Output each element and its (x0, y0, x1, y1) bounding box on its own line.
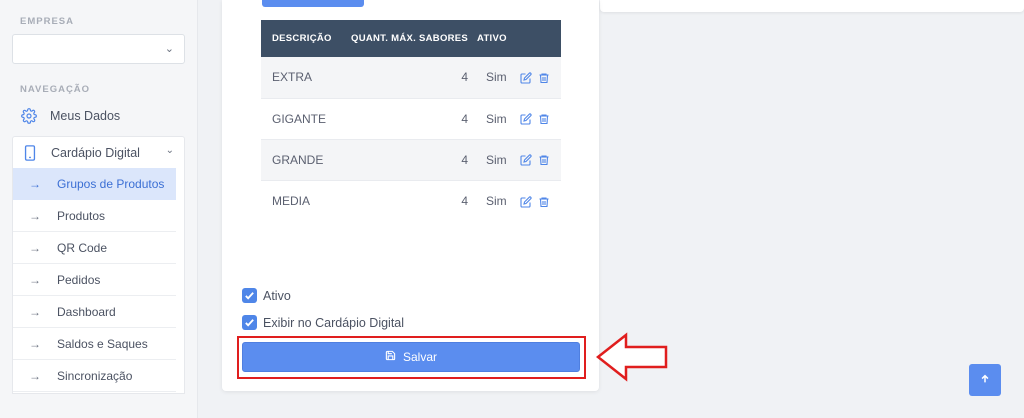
edit-icon[interactable] (520, 154, 532, 166)
empresa-label: EMPRESA (20, 16, 74, 27)
submenu-item-grupos-produtos[interactable]: → Grupos de Produtos (13, 168, 176, 200)
table-row: EXTRA 4 Sim (261, 57, 561, 99)
scroll-to-top-button[interactable] (969, 364, 1001, 396)
main-card: DESCRIÇÃO QUANT. MÁX. SABORES ATIVO EXTR… (222, 0, 599, 391)
floppy-disk-icon (385, 350, 396, 364)
sidebar-item-cardapio-digital[interactable]: Cardápio Digital ⌄ (12, 136, 185, 168)
cell-descricao: GRANDE (261, 139, 351, 181)
row-actions (520, 113, 550, 125)
arrow-right-icon: → (29, 368, 41, 383)
arrow-right-icon: → (29, 208, 41, 223)
submenu-item-label: Saldos e Saques (57, 336, 148, 351)
submenu-item-label: Sincronização (57, 368, 133, 383)
cell-quant: 4 (351, 139, 477, 181)
submenu-item-label: Grupos de Produtos (57, 177, 165, 191)
empresa-select[interactable]: ⌄ (12, 34, 185, 64)
row-actions (520, 195, 550, 208)
sidebar-item-label: Meus Dados (50, 109, 121, 123)
edit-icon[interactable] (520, 72, 532, 84)
chevron-down-icon: ⌄ (165, 145, 174, 156)
cell-descricao: MEDIA (272, 193, 311, 208)
exibir-checkbox[interactable] (242, 315, 257, 330)
submenu-item-pedidos[interactable]: → Pedidos (13, 264, 176, 296)
submenu-item-dashboard[interactable]: → Dashboard (13, 296, 176, 328)
table-row: GRANDE 4 Sim (261, 139, 561, 181)
navegacao-label: NAVEGAÇÃO (20, 84, 91, 95)
cell-ativo: Sim (477, 139, 561, 181)
column-header-descricao: DESCRIÇÃO (261, 20, 351, 57)
cell-quant: 4 (461, 193, 468, 208)
top-card-edge (600, 0, 1024, 12)
column-header-ativo: ATIVO (477, 20, 561, 57)
submenu-item-sincronizacao[interactable]: → Sincronização (13, 360, 176, 392)
phone-icon (21, 144, 39, 162)
ativo-checkbox[interactable] (242, 288, 257, 303)
cell-quant: 4 (351, 98, 477, 140)
submenu-item-label: Pedidos (57, 272, 101, 287)
edit-icon[interactable] (520, 195, 532, 208)
sidebar: EMPRESA ⌄ NAVEGAÇÃO Meus Dados Cardápio … (0, 0, 198, 418)
cell-ativo-value: Sim (486, 70, 507, 85)
annotation-arrow-icon (596, 332, 668, 382)
table-row: GIGANTE 4 Sim (261, 98, 561, 140)
submenu-item-label: Dashboard (57, 304, 116, 319)
cell-ativo: Sim (477, 180, 561, 221)
cell-quant: 4 (351, 57, 477, 99)
row-actions (520, 154, 550, 166)
save-button[interactable]: Salvar (242, 342, 580, 372)
row-actions (520, 72, 550, 84)
arrow-right-icon: → (29, 177, 41, 191)
submenu-item-qr-code[interactable]: → QR Code (13, 232, 176, 264)
sidebar-item-meus-dados[interactable]: Meus Dados (12, 100, 185, 132)
cell-ativo: Sim (477, 57, 561, 99)
trash-icon[interactable] (538, 113, 550, 125)
exibir-checkbox-row[interactable]: Exibir no Cardápio Digital (242, 315, 404, 330)
trash-icon[interactable] (538, 154, 550, 166)
gear-icon (20, 107, 38, 125)
arrow-right-icon: → (29, 272, 41, 287)
submenu-item-label: QR Code (57, 240, 108, 255)
column-header-quant-max-sabores: QUANT. MÁX. SABORES (351, 20, 477, 57)
arrow-right-icon: → (29, 304, 41, 319)
exibir-label: Exibir no Cardápio Digital (263, 315, 405, 330)
trash-icon[interactable] (538, 72, 550, 84)
chevron-down-icon: ⌄ (164, 43, 174, 55)
trash-icon[interactable] (538, 196, 550, 208)
ativo-label: Ativo (263, 288, 291, 303)
top-button-partial[interactable] (262, 0, 364, 7)
submenu-item-produtos[interactable]: → Produtos (13, 200, 176, 232)
arrow-up-icon (980, 371, 990, 389)
groups-table: DESCRIÇÃO QUANT. MÁX. SABORES ATIVO EXTR… (261, 20, 561, 221)
cell-descricao: EXTRA (261, 57, 351, 99)
submenu-item-label: Produtos (57, 208, 106, 223)
submenu-item-saldos-saques[interactable]: → Saldos e Saques (13, 328, 176, 360)
table-row: MEDIA 4 Sim (261, 180, 561, 221)
arrow-right-icon: → (29, 336, 41, 351)
arrow-right-icon: → (29, 240, 41, 255)
cell-ativo: Sim (477, 98, 561, 140)
cell-ativo-value: Sim (486, 152, 507, 167)
save-button-label: Salvar (402, 350, 437, 364)
sidebar-item-label: Cardápio Digital (51, 145, 140, 160)
edit-icon[interactable] (520, 113, 532, 125)
cell-ativo-value: Sim (486, 111, 507, 126)
cell-ativo-value: Sim (486, 193, 507, 208)
cell-descricao: GIGANTE (261, 98, 351, 140)
ativo-checkbox-row[interactable]: Ativo (242, 288, 291, 303)
submenu-cardapio: → Grupos de Produtos → Produtos → QR Cod… (12, 168, 185, 394)
